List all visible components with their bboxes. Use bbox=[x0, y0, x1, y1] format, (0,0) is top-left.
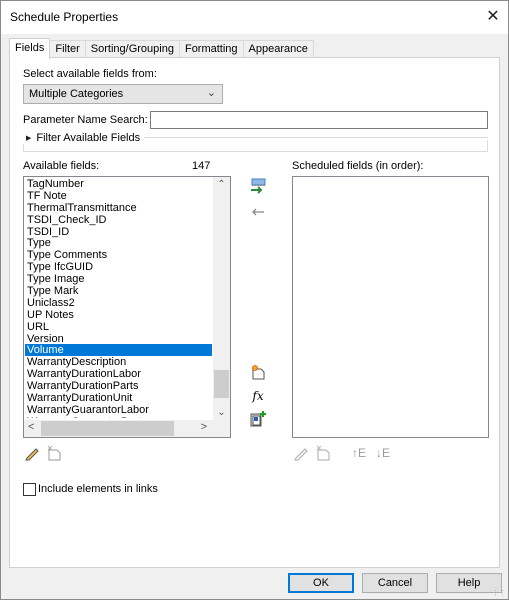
scroll-right-icon[interactable]: > bbox=[201, 421, 207, 433]
available-field-item[interactable]: WarrantyDurationParts bbox=[25, 380, 212, 392]
vertical-scrollbar[interactable]: ⌃ ⌄ bbox=[213, 177, 230, 420]
available-field-item[interactable]: Type Comments bbox=[25, 249, 212, 261]
tab-fields[interactable]: Fields bbox=[9, 38, 51, 59]
combine-parameters-button[interactable] bbox=[249, 410, 267, 428]
select-fields-label: Select available fields from: bbox=[23, 68, 157, 80]
combine-parameters-icon bbox=[250, 411, 266, 427]
dialog-body: Fields Filter Sorting/Grouping Formattin… bbox=[1, 34, 508, 599]
available-field-item[interactable]: ThermalTransmittance bbox=[25, 202, 212, 214]
delete-parameter-icon bbox=[47, 445, 61, 461]
available-fields-items: TagNumber TF Note ThermalTransmittance TSDI… bbox=[25, 178, 212, 418]
available-fields-count: 147 bbox=[192, 160, 211, 172]
scrollbar-corner bbox=[213, 420, 230, 437]
available-field-item[interactable]: WarrantyDurationLabor bbox=[25, 368, 212, 380]
available-field-item[interactable]: URL bbox=[25, 321, 212, 333]
available-fields-list[interactable]: TagNumber TF Note ThermalTransmittance TSDI… bbox=[23, 176, 231, 438]
calculated-value-button[interactable]: fx bbox=[249, 387, 267, 405]
available-field-item[interactable]: TagNumber bbox=[25, 178, 212, 190]
cancel-button[interactable]: Cancel bbox=[362, 573, 428, 593]
chevron-down-icon: ⌄ bbox=[206, 87, 216, 99]
formula-fx-icon: fx bbox=[252, 389, 264, 403]
available-field-item[interactable]: Type Mark bbox=[25, 285, 212, 297]
arrow-left-icon bbox=[252, 208, 264, 216]
new-parameter-button[interactable] bbox=[249, 363, 267, 381]
filter-available-fields-toggle[interactable]: ▶ Filter Available Fields bbox=[23, 132, 145, 144]
filter-available-fields-label: Filter Available Fields bbox=[36, 132, 141, 144]
expand-triangle-icon: ▶ bbox=[26, 135, 32, 142]
available-field-item[interactable]: Uniclass2 bbox=[25, 297, 212, 309]
delete-parameter-icon bbox=[316, 445, 330, 461]
schedule-properties-dialog: Schedule Properties ✕ Fields Filter Sort… bbox=[0, 0, 509, 600]
move-down-button[interactable]: ↓E bbox=[374, 444, 392, 462]
parameter-search-input[interactable] bbox=[150, 111, 488, 129]
available-field-item[interactable]: WarrantyDescription bbox=[25, 356, 212, 368]
scheduled-fields-list[interactable] bbox=[292, 176, 489, 438]
scroll-up-icon[interactable]: ⌃ bbox=[213, 179, 230, 190]
available-field-item[interactable]: UP Notes bbox=[25, 309, 212, 321]
scroll-down-icon[interactable]: ⌄ bbox=[213, 407, 230, 418]
add-parameter-button[interactable] bbox=[249, 177, 267, 195]
tab-sorting-grouping[interactable]: Sorting/Grouping bbox=[84, 40, 180, 58]
scroll-left-icon[interactable]: < bbox=[28, 421, 34, 433]
move-down-icon: ↓E bbox=[375, 446, 390, 460]
available-field-item[interactable]: Type IfcGUID bbox=[25, 261, 212, 273]
edit-parameter-button[interactable] bbox=[23, 444, 41, 462]
add-field-icon bbox=[251, 178, 266, 194]
move-up-button[interactable]: ↑E bbox=[350, 444, 368, 462]
new-parameter-icon bbox=[252, 365, 265, 380]
available-fields-label: Available fields: bbox=[23, 160, 100, 172]
tab-filter[interactable]: Filter bbox=[49, 40, 86, 58]
available-field-item[interactable]: TSDI_ID bbox=[25, 226, 212, 238]
available-field-item[interactable]: Version bbox=[25, 333, 212, 345]
pencil-icon bbox=[25, 448, 39, 461]
category-select[interactable]: Multiple Categories ⌄ bbox=[23, 84, 223, 104]
parameter-search-label: Parameter Name Search: bbox=[23, 114, 148, 126]
scheduled-fields-label: Scheduled fields (in order): bbox=[292, 160, 424, 172]
tab-strip: Fields Filter Sorting/Grouping Formattin… bbox=[9, 38, 314, 59]
ok-button[interactable]: OK bbox=[288, 573, 354, 593]
horizontal-scrollbar[interactable]: < > bbox=[24, 420, 213, 437]
available-field-item[interactable]: Type Image bbox=[25, 273, 212, 285]
pencil-icon bbox=[294, 448, 308, 461]
close-icon: ✕ bbox=[486, 8, 500, 25]
tab-appearance[interactable]: Appearance bbox=[242, 40, 314, 58]
edit-scheduled-parameter-button[interactable] bbox=[292, 444, 310, 462]
dialog-title: Schedule Properties bbox=[10, 10, 119, 24]
title-bar: Schedule Properties ✕ bbox=[1, 1, 508, 34]
close-button[interactable]: ✕ bbox=[478, 1, 508, 31]
available-field-item[interactable]: WarrantyGuarantorLabor bbox=[25, 404, 212, 416]
available-field-item[interactable]: WarrantyDurationUnit bbox=[25, 392, 212, 404]
tab-formatting[interactable]: Formatting bbox=[178, 40, 244, 58]
available-field-item[interactable]: WarrantyGuarantorParts bbox=[25, 416, 212, 418]
hscroll-thumb[interactable] bbox=[41, 421, 174, 436]
delete-scheduled-parameter-button[interactable] bbox=[314, 444, 332, 462]
include-links-label: Include elements in links bbox=[38, 483, 158, 495]
move-up-icon: ↑E bbox=[351, 446, 366, 460]
fields-tab-panel: Select available fields from: Multiple C… bbox=[9, 57, 500, 568]
available-field-item[interactable]: TF Note bbox=[25, 190, 212, 202]
scroll-thumb[interactable] bbox=[214, 370, 229, 398]
remove-parameter-button[interactable] bbox=[249, 203, 267, 221]
include-links-checkbox[interactable] bbox=[23, 483, 36, 496]
available-field-item[interactable]: Volume bbox=[25, 344, 212, 356]
delete-parameter-button[interactable] bbox=[45, 444, 63, 462]
resize-grip-icon[interactable]: ⋮⋮ bbox=[492, 589, 506, 597]
available-field-item[interactable]: TSDI_Check_ID bbox=[25, 214, 212, 226]
available-field-item[interactable]: Type bbox=[25, 237, 212, 250]
category-select-value: Multiple Categories bbox=[29, 88, 124, 100]
